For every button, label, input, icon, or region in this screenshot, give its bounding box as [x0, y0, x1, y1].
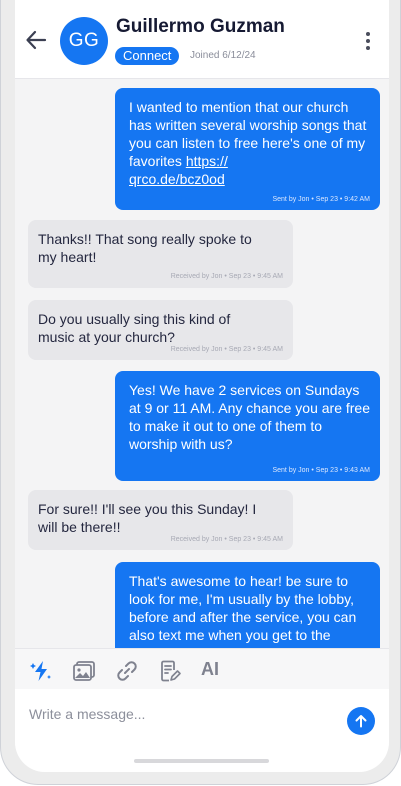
- template-icon[interactable]: [158, 659, 182, 683]
- conversation-screen: GG Guillermo Guzman Connect Joined 6/12/…: [15, 0, 389, 772]
- send-button[interactable]: [347, 707, 375, 735]
- composer-toolbar: AI: [15, 648, 389, 690]
- conversation-header: GG Guillermo Guzman Connect Joined 6/12/…: [15, 0, 389, 79]
- link-icon[interactable]: [115, 659, 139, 683]
- message-meta: Sent by Jon • Sep 23 • 9:43 AM: [272, 467, 370, 474]
- message-bubble-sent: Yes! We have 2 services on Sundays at 9 …: [115, 371, 380, 481]
- message-bubble-sent: That's awesome to hear! be sure to look …: [115, 562, 380, 648]
- message-bubble-received: Do you usually sing this kind of music a…: [28, 300, 293, 360]
- ai-button[interactable]: AI: [201, 659, 219, 680]
- connect-badge[interactable]: Connect: [115, 47, 180, 65]
- lightning-icon[interactable]: [29, 659, 53, 683]
- avatar[interactable]: GG: [60, 17, 108, 65]
- message-composer: [15, 689, 389, 772]
- message-text: Thanks!! That song really spoke to my he…: [38, 231, 252, 265]
- joined-date: Joined 6/12/24: [190, 50, 256, 61]
- back-arrow-icon[interactable]: [25, 29, 47, 51]
- message-bubble-received: Thanks!! That song really spoke to my he…: [28, 220, 293, 288]
- message-meta: Received by Jon • Sep 23 • 9:45 AM: [170, 273, 283, 280]
- message-text: For sure!! I'll see you this Sunday! I w…: [38, 501, 257, 535]
- message-text: I wanted to mention that our church has …: [129, 99, 367, 169]
- message-bubble-received: For sure!! I'll see you this Sunday! I w…: [28, 490, 293, 550]
- message-text: Do you usually sing this kind of music a…: [38, 311, 231, 345]
- message-text: Yes! We have 2 services on Sundays at 9 …: [129, 382, 370, 452]
- message-meta: Received by Jon • Sep 23 • 9:45 AM: [170, 536, 283, 543]
- message-bubble-sent: I wanted to mention that our church has …: [115, 88, 380, 210]
- home-indicator: [134, 759, 269, 763]
- more-options-icon[interactable]: [363, 32, 373, 50]
- message-meta: Received by Jon • Sep 23 • 9:45 AM: [170, 346, 283, 353]
- arrow-up-icon: [355, 715, 367, 728]
- phone-frame: GG Guillermo Guzman Connect Joined 6/12/…: [0, 0, 401, 785]
- message-input[interactable]: [29, 703, 329, 725]
- image-icon[interactable]: [72, 659, 96, 683]
- message-list[interactable]: I wanted to mention that our church has …: [15, 78, 389, 648]
- contact-name: Guillermo Guzman: [116, 16, 285, 37]
- message-text: That's awesome to hear! be sure to look …: [129, 573, 357, 648]
- message-meta: Sent by Jon • Sep 23 • 9:42 AM: [272, 196, 370, 203]
